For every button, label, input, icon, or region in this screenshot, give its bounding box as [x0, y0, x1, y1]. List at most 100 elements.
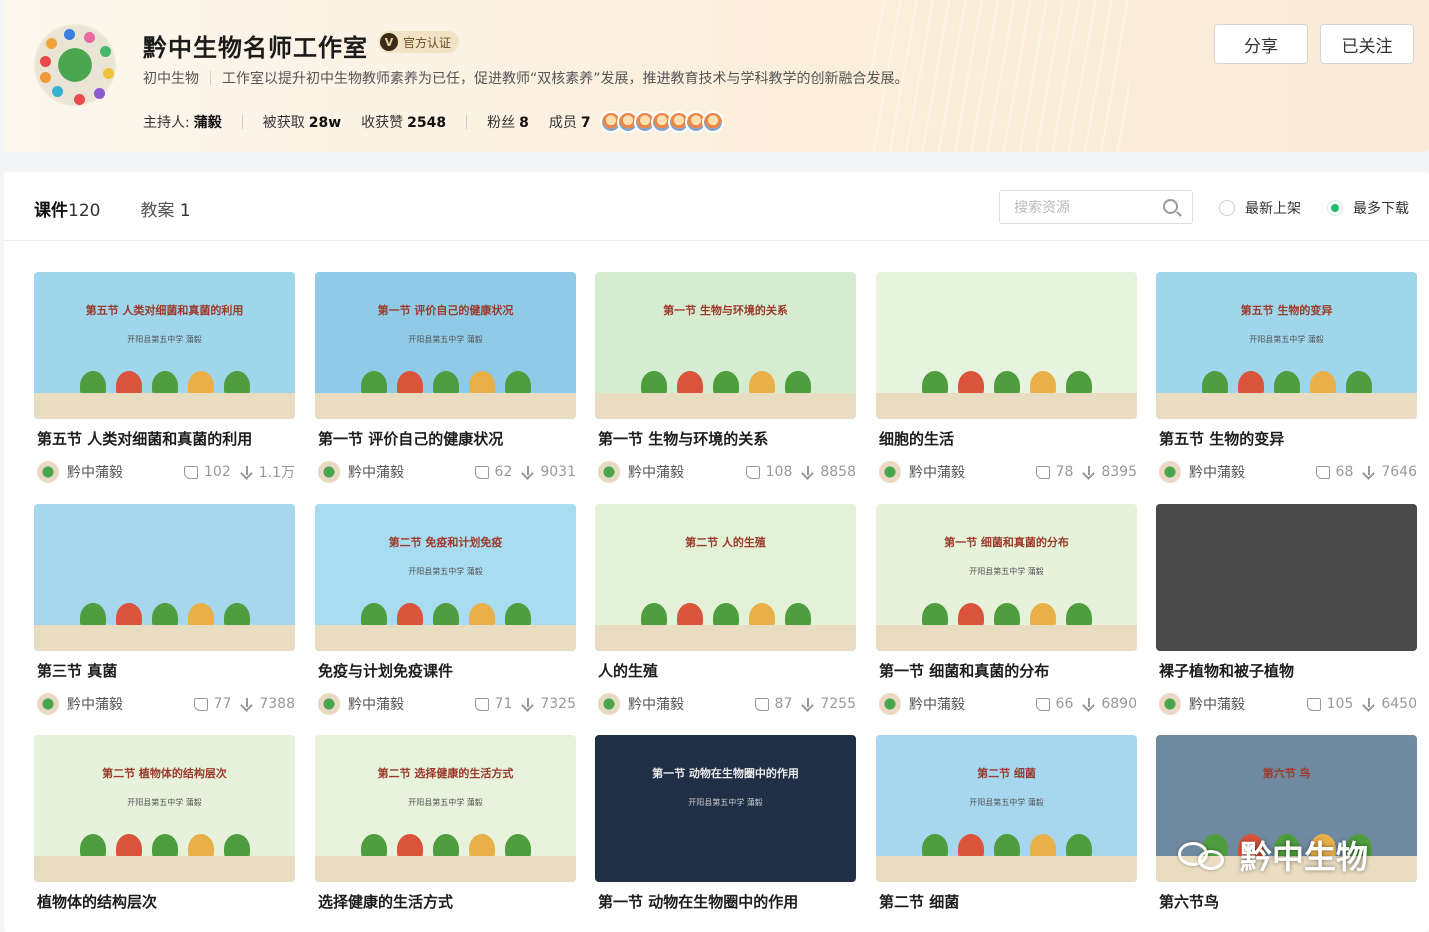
card-thumbnail[interactable]	[1156, 504, 1417, 651]
thumbnail-subtitle: 开阳县第五中学 蒲毅	[688, 798, 763, 807]
share-button[interactable]: 分享	[1214, 24, 1308, 64]
author-name[interactable]: 黔中蒲毅	[1189, 462, 1245, 482]
follow-button[interactable]: 已关注	[1320, 24, 1414, 64]
card-title[interactable]: 第二节 细菌	[876, 891, 1137, 912]
author-avatar[interactable]	[1159, 461, 1181, 483]
resource-card[interactable]: 第一节 评价自己的健康状况 开阳县第五中学 蒲毅第一节 评价自己的健康状况黔中蒲毅…	[315, 272, 576, 483]
author-avatar[interactable]	[598, 693, 620, 715]
card-title[interactable]: 细胞的生活	[876, 428, 1137, 449]
author-name[interactable]: 黔中蒲毅	[67, 462, 123, 482]
resource-card[interactable]: 第一节 生物与环境的关系 第一节 生物与环境的关系 黔中蒲毅 108 8858	[595, 272, 856, 483]
sort-most-downloaded[interactable]: 最多下载	[1327, 198, 1409, 218]
sort-newest[interactable]: 最新上架	[1219, 198, 1301, 218]
card-title[interactable]: 第一节 动物在生物圈中的作用	[595, 891, 856, 912]
resource-card[interactable]: 第二节 细菌 开阳县第五中学 蒲毅第二节 细菌	[876, 735, 1137, 912]
download-icon	[1083, 466, 1095, 478]
member-avatars[interactable]	[599, 111, 724, 133]
like-count[interactable]: 102	[184, 464, 231, 480]
tab-lesson-plans[interactable]: 教案 1	[140, 196, 190, 221]
card-thumbnail[interactable]: 第二节 人的生殖	[595, 504, 856, 651]
resource-card[interactable]: 第一节 动物在生物圈中的作用 开阳县第五中学 蒲毅第一节 动物在生物圈中的作用	[595, 735, 856, 912]
card-thumbnail[interactable]: 第二节 植物体的结构层次 开阳县第五中学 蒲毅	[34, 735, 295, 882]
resource-card[interactable]: 裸子植物和被子植物黔中蒲毅 105 6450	[1156, 504, 1417, 715]
author-avatar[interactable]	[318, 461, 340, 483]
author-name[interactable]: 黔中蒲毅	[1189, 694, 1245, 714]
card-title[interactable]: 第一节 细菌和真菌的分布	[876, 660, 1137, 681]
like-count[interactable]: 78	[1035, 464, 1073, 480]
like-count[interactable]: 77	[193, 696, 231, 712]
author-avatar[interactable]	[879, 693, 901, 715]
like-count[interactable]: 105	[1306, 696, 1353, 712]
author-avatar[interactable]	[37, 461, 59, 483]
like-count[interactable]: 108	[745, 464, 792, 480]
download-count: 7325	[522, 696, 576, 712]
author-name[interactable]: 黔中蒲毅	[348, 462, 404, 482]
card-title[interactable]: 免疫与计划免疫课件	[315, 660, 576, 681]
card-title[interactable]: 第一节 生物与环境的关系	[595, 428, 856, 449]
author-name[interactable]: 黔中蒲毅	[909, 694, 965, 714]
author-name[interactable]: 黔中蒲毅	[909, 462, 965, 482]
card-thumbnail[interactable]	[876, 272, 1137, 419]
author-avatar[interactable]	[1159, 693, 1181, 715]
card-title[interactable]: 第一节 评价自己的健康状况	[315, 428, 576, 449]
card-thumbnail[interactable]: 第五节 生物的变异 开阳县第五中学 蒲毅	[1156, 272, 1417, 419]
search-icon[interactable]	[1163, 199, 1178, 214]
thumbnail-subtitle: 开阳县第五中学 蒲毅	[127, 798, 202, 807]
card-thumbnail[interactable]	[34, 504, 295, 651]
thumbnail-ground	[876, 625, 1137, 651]
resource-card[interactable]: 第五节 人类对细菌和真菌的利用 开阳县第五中学 蒲毅第五节 人类对细菌和真菌的利用…	[34, 272, 295, 483]
card-title[interactable]: 第六节鸟	[1156, 891, 1417, 912]
card-title[interactable]: 人的生殖	[595, 660, 856, 681]
card-thumbnail[interactable]: 第一节 细菌和真菌的分布 开阳县第五中学 蒲毅	[876, 504, 1137, 651]
like-count[interactable]: 71	[474, 696, 512, 712]
card-thumbnail[interactable]: 第一节 动物在生物圈中的作用 开阳县第五中学 蒲毅	[595, 735, 856, 882]
resource-card[interactable]: 第二节 人的生殖 人的生殖 黔中蒲毅 87 7255	[595, 504, 856, 715]
card-title[interactable]: 第三节 真菌	[34, 660, 295, 681]
stat-likes: 收获赞 2548	[361, 115, 447, 131]
resource-card[interactable]: 第二节 选择健康的生活方式 开阳县第五中学 蒲毅选择健康的生活方式	[315, 735, 576, 912]
studio-logo	[34, 24, 116, 106]
download-count: 6450	[1363, 696, 1417, 712]
author-avatar[interactable]	[37, 693, 59, 715]
radio-selected-icon[interactable]	[1327, 200, 1343, 216]
card-thumbnail[interactable]: 第一节 生物与环境的关系	[595, 272, 856, 419]
radio-icon[interactable]	[1219, 200, 1235, 216]
like-count[interactable]: 62	[474, 464, 512, 480]
card-thumbnail[interactable]: 第一节 评价自己的健康状况 开阳县第五中学 蒲毅	[315, 272, 576, 419]
thumbnail-subtitle: 开阳县第五中学 蒲毅	[969, 798, 1044, 807]
search-input[interactable]: 搜索资源	[999, 190, 1193, 224]
author-name[interactable]: 黔中蒲毅	[67, 694, 123, 714]
resource-card[interactable]: 第三节 真菌 黔中蒲毅 77 7388	[34, 504, 295, 715]
author-name[interactable]: 黔中蒲毅	[628, 462, 684, 482]
card-thumbnail[interactable]: 第二节 选择健康的生活方式 开阳县第五中学 蒲毅	[315, 735, 576, 882]
resource-card[interactable]: 第二节 植物体的结构层次 开阳县第五中学 蒲毅植物体的结构层次	[34, 735, 295, 912]
card-meta: 黔中蒲毅 68 7646	[1156, 461, 1417, 483]
like-count[interactable]: 66	[1035, 696, 1073, 712]
resource-card[interactable]: 第五节 生物的变异 开阳县第五中学 蒲毅 第五节 生物的变异 黔中蒲毅 68 7646	[1156, 272, 1417, 483]
card-meta: 黔中蒲毅 87 7255	[595, 693, 856, 715]
resource-card[interactable]: 第一节 细菌和真菌的分布 开阳县第五中学 蒲毅第一节 细菌和真菌的分布黔中蒲毅 66…	[876, 504, 1137, 715]
author-avatar[interactable]	[879, 461, 901, 483]
card-thumbnail[interactable]: 第二节 免疫和计划免疫 开阳县第五中学 蒲毅	[315, 504, 576, 651]
author-avatar[interactable]	[318, 693, 340, 715]
resource-card[interactable]: 第六节 鸟第六节鸟	[1156, 735, 1417, 912]
resource-card[interactable]: 第二节 免疫和计划免疫 开阳县第五中学 蒲毅免疫与计划免疫课件黔中蒲毅 71 7325	[315, 504, 576, 715]
card-title[interactable]: 裸子植物和被子植物	[1156, 660, 1417, 681]
card-title[interactable]: 植物体的结构层次	[34, 891, 295, 912]
host-name[interactable]: 蒲毅	[194, 115, 222, 131]
card-thumbnail[interactable]: 第五节 人类对细菌和真菌的利用 开阳县第五中学 蒲毅	[34, 272, 295, 419]
card-title[interactable]: 选择健康的生活方式	[315, 891, 576, 912]
card-thumbnail[interactable]: 第二节 细菌 开阳县第五中学 蒲毅	[876, 735, 1137, 882]
author-name[interactable]: 黔中蒲毅	[628, 694, 684, 714]
like-count[interactable]: 87	[754, 696, 792, 712]
tab-courseware[interactable]: 课件120	[34, 196, 100, 221]
resource-card[interactable]: 细胞的生活 黔中蒲毅 78 8395	[876, 272, 1137, 483]
avatar[interactable]	[701, 111, 724, 133]
download-icon	[802, 698, 814, 710]
author-name[interactable]: 黔中蒲毅	[348, 694, 404, 714]
card-title[interactable]: 第五节 生物的变异	[1156, 428, 1417, 449]
thumbnail-ground	[315, 625, 576, 651]
author-avatar[interactable]	[598, 461, 620, 483]
like-count[interactable]: 68	[1315, 464, 1353, 480]
card-title[interactable]: 第五节 人类对细菌和真菌的利用	[34, 428, 295, 449]
